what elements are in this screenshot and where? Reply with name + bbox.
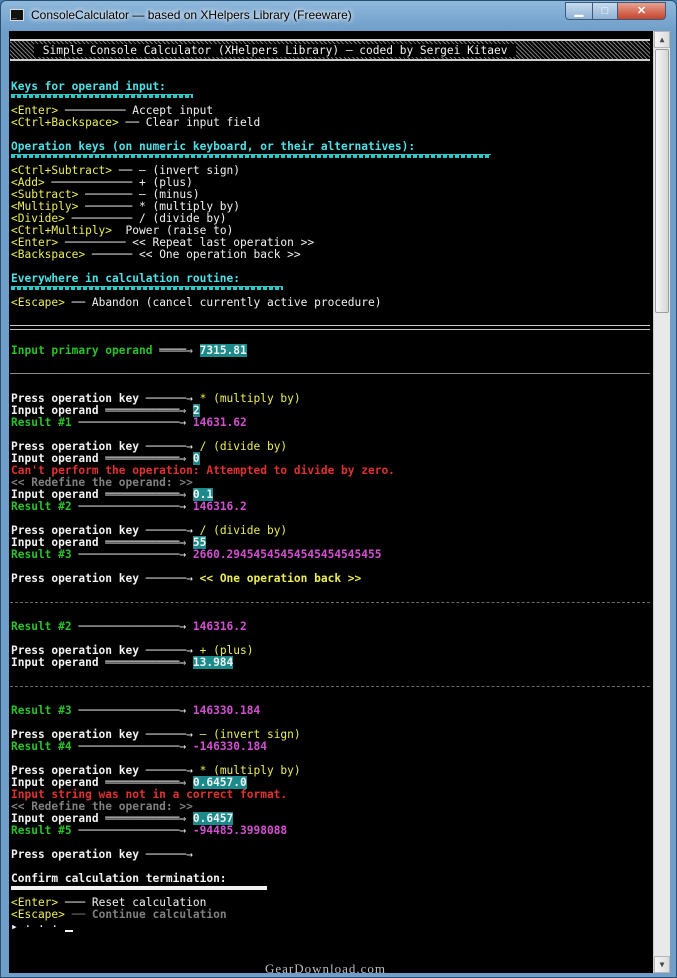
console-output[interactable]: Simple Console Calculator (XHelpers Libr… <box>9 31 653 973</box>
primary-operand-row: Input primary operand ════⇒ 7315.81 <box>11 344 247 357</box>
scroll-down-arrow-icon[interactable]: ▼ <box>654 956 670 973</box>
primary-operand-value: 7315.81 <box>199 344 247 357</box>
log-row: Result #2 ───────────────→ 146316.2 <box>11 620 247 633</box>
log-row: Press operation key ──────→ <box>11 848 200 861</box>
log-row: Result #5 ───────────────→ -94485.399808… <box>11 824 288 837</box>
heading-underline <box>11 94 193 98</box>
help-row: <Escape> ── Abandon (cancel currently ac… <box>11 296 382 309</box>
everywhere-heading: Everywhere in calculation routine: <box>11 272 241 285</box>
console-app-icon[interactable]: _ <box>10 9 24 21</box>
input-prompt[interactable]: ▸ · · · <box>11 921 73 933</box>
app-banner: Simple Console Calculator (XHelpers Libr… <box>10 39 650 61</box>
separator <box>10 686 650 687</box>
separator <box>10 325 650 330</box>
log-row: Result #4 ───────────────→ -146330.184 <box>11 740 267 753</box>
heading-underline <box>11 886 267 890</box>
log-row: Result #1 ───────────────→ 14631.62 <box>11 416 247 429</box>
title-bar[interactable]: _ ConsoleCalculator — based on XHelpers … <box>1 1 677 31</box>
banner-text: Simple Console Calculator (XHelpers Libr… <box>34 44 517 57</box>
operation-keys-heading: Operation keys (on numeric keyboard, or … <box>11 140 416 153</box>
vertical-scrollbar[interactable]: ▲ ▼ <box>653 31 670 973</box>
scrollbar-thumb[interactable] <box>655 49 669 313</box>
log-row: Input operand ═══════════⇒ 13.984 <box>11 656 234 669</box>
scroll-up-arrow-icon[interactable]: ▲ <box>654 31 670 48</box>
log-row: Press operation key ──────→ << One opera… <box>11 572 362 585</box>
log-row: Result #2 ───────────────→ 146316.2 <box>11 500 247 513</box>
operand-keys-heading: Keys for operand input: <box>11 80 166 93</box>
separator <box>10 602 650 603</box>
heading-underline <box>11 154 491 158</box>
heading-underline <box>11 286 283 290</box>
text-cursor <box>64 930 73 932</box>
console-window: _ ConsoleCalculator — based on XHelpers … <box>0 0 677 978</box>
minimize-button[interactable]: ▁ <box>565 2 593 20</box>
confirm-heading: Confirm calculation termination: <box>11 872 227 885</box>
separator <box>10 373 650 374</box>
log-row: Result #3 ───────────────→ 2660.29454545… <box>11 548 382 561</box>
close-button[interactable]: ✕ <box>617 2 666 20</box>
watermark: GearDownload.com <box>265 961 387 976</box>
help-row: <Backspace> ────── << One operation back… <box>11 248 301 261</box>
maximize-button[interactable]: □ <box>592 2 618 20</box>
help-row: <Ctrl+Backspace> ── Clear input field <box>11 116 261 129</box>
window-title: ConsoleCalculator — based on XHelpers Li… <box>31 8 352 22</box>
log-row: Result #3 ───────────────→ 146330.184 <box>11 704 261 717</box>
